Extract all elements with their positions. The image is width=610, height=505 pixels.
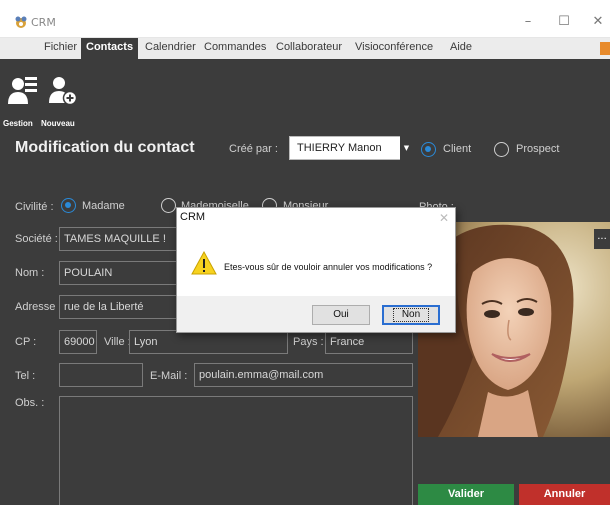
nom-label: Nom : bbox=[15, 267, 45, 279]
annuler-button[interactable]: Annuler bbox=[519, 484, 610, 505]
dialog-title: CRM bbox=[180, 211, 206, 223]
close-window-button[interactable]: ✕ bbox=[586, 12, 610, 32]
email-field[interactable]: poulain.emma@mail.com bbox=[194, 363, 413, 387]
valider-button[interactable]: Valider bbox=[418, 484, 514, 505]
minimize-button[interactable]: – bbox=[516, 12, 540, 32]
dialog-close-icon[interactable]: ✕ bbox=[439, 211, 449, 225]
societe-label: Société : bbox=[15, 233, 58, 245]
email-label: E-Mail : bbox=[150, 370, 188, 382]
pays-field[interactable]: France bbox=[325, 330, 413, 354]
type-prospect-label[interactable]: Prospect bbox=[516, 143, 559, 155]
menu-bar: Fichier Contacts Calendrier Commandes Co… bbox=[0, 38, 610, 59]
add-contact-icon[interactable] bbox=[48, 74, 78, 106]
tel-field[interactable] bbox=[59, 363, 143, 387]
civilite-madame-label[interactable]: Madame bbox=[82, 200, 125, 212]
type-client-label[interactable]: Client bbox=[443, 143, 471, 155]
menu-aide[interactable]: Aide bbox=[450, 41, 472, 53]
type-prospect-radio[interactable] bbox=[494, 142, 509, 157]
confirm-dialog: CRM ✕ Etes-vous sûr de vouloir annuler v… bbox=[176, 207, 456, 333]
cree-par-select[interactable]: THIERRY Manon bbox=[289, 136, 413, 160]
dialog-header: CRM ✕ bbox=[177, 208, 455, 238]
menu-contacts[interactable]: Contacts bbox=[81, 38, 139, 59]
menu-commandes[interactable]: Commandes bbox=[204, 41, 266, 53]
dialog-non-label[interactable]: Non bbox=[392, 308, 430, 322]
contact-management-icon[interactable] bbox=[8, 74, 38, 106]
ville-field[interactable]: Lyon bbox=[129, 330, 288, 354]
warning-icon bbox=[191, 251, 217, 275]
page-title: Modification du contact bbox=[15, 139, 195, 156]
obs-label: Obs. : bbox=[15, 397, 45, 409]
dialog-message: Etes-vous sûr de vouloir annuler vos mod… bbox=[224, 262, 433, 272]
menu-visioconference[interactable]: Visioconférence bbox=[355, 41, 433, 53]
dialog-oui-button[interactable]: Oui bbox=[312, 305, 370, 325]
civilite-label: Civilité : bbox=[15, 201, 54, 213]
civilite-mademoiselle-radio[interactable] bbox=[161, 198, 176, 213]
menu-calendrier[interactable]: Calendrier bbox=[145, 41, 196, 53]
cp-label: CP : bbox=[15, 336, 37, 348]
window-title: CRM bbox=[31, 16, 56, 29]
dialog-body: Etes-vous sûr de vouloir annuler vos mod… bbox=[177, 238, 455, 296]
menu-collaborateur[interactable]: Collaborateur bbox=[276, 41, 342, 53]
photo-more-button[interactable]: ... bbox=[594, 229, 610, 249]
obs-textarea[interactable] bbox=[59, 396, 413, 505]
civilite-madame-radio[interactable] bbox=[61, 198, 76, 213]
cp-field[interactable]: 69000 bbox=[59, 330, 97, 354]
ribbon-gestion-label[interactable]: Gestion bbox=[3, 119, 33, 128]
cree-par-label: Créé par : bbox=[229, 143, 278, 155]
dialog-non-button[interactable]: Non bbox=[382, 305, 440, 325]
type-client-radio[interactable] bbox=[421, 142, 436, 157]
menu-fichier[interactable]: Fichier bbox=[44, 41, 77, 53]
title-bar: CRM – ☐ ✕ bbox=[0, 0, 610, 38]
maximize-button[interactable]: ☐ bbox=[552, 12, 576, 32]
app-logo-icon bbox=[15, 16, 27, 28]
menu-badge bbox=[600, 42, 610, 55]
ribbon-nouveau-label[interactable]: Nouveau bbox=[41, 119, 75, 128]
adresse-label: Adresse : bbox=[15, 301, 62, 313]
tel-label: Tel : bbox=[15, 370, 36, 382]
ville-label: Ville : bbox=[104, 336, 131, 348]
chevron-down-icon[interactable]: ▼ bbox=[400, 136, 413, 160]
pays-label: Pays : bbox=[293, 336, 324, 348]
